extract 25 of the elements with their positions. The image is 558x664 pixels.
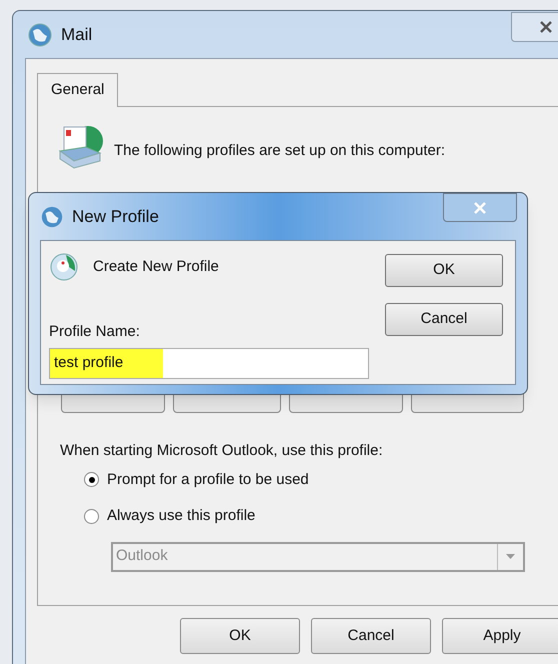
radio-button[interactable] xyxy=(84,472,99,488)
startup-label: When starting Microsoft Outlook, use this profile: xyxy=(60,441,384,461)
dialog-heading: Create New Profile xyxy=(93,256,219,277)
dialog-button[interactable]: Apply xyxy=(442,618,558,654)
dialog-button[interactable]: Cancel xyxy=(311,618,431,654)
dialog-button[interactable]: OK xyxy=(180,618,300,654)
tab[interactable]: General xyxy=(37,73,118,107)
option-label: Always use this profile xyxy=(107,506,256,526)
option-label: Prompt for a profile to be used xyxy=(107,470,309,490)
globe-icon xyxy=(27,22,53,48)
radio-button[interactable] xyxy=(84,508,99,524)
globe-icon xyxy=(49,251,79,283)
field-label: Profile Name: xyxy=(49,322,141,342)
dialog-button[interactable]: Cancel xyxy=(385,303,503,336)
profile-name-field[interactable]: test profile xyxy=(49,348,369,378)
intro-text: The following profiles are set up on this computer: xyxy=(114,140,446,161)
dialog-title: New Profile xyxy=(72,206,159,228)
close-button[interactable] xyxy=(443,193,517,222)
close-icon xyxy=(473,202,487,214)
close-icon xyxy=(539,21,553,33)
globe-icon xyxy=(40,204,64,228)
window-title: Mail xyxy=(61,24,92,46)
dropdown-arrow-icon xyxy=(506,554,515,559)
dialog-button[interactable]: OK xyxy=(385,254,503,287)
dropdown-value: Outlook xyxy=(116,546,168,566)
